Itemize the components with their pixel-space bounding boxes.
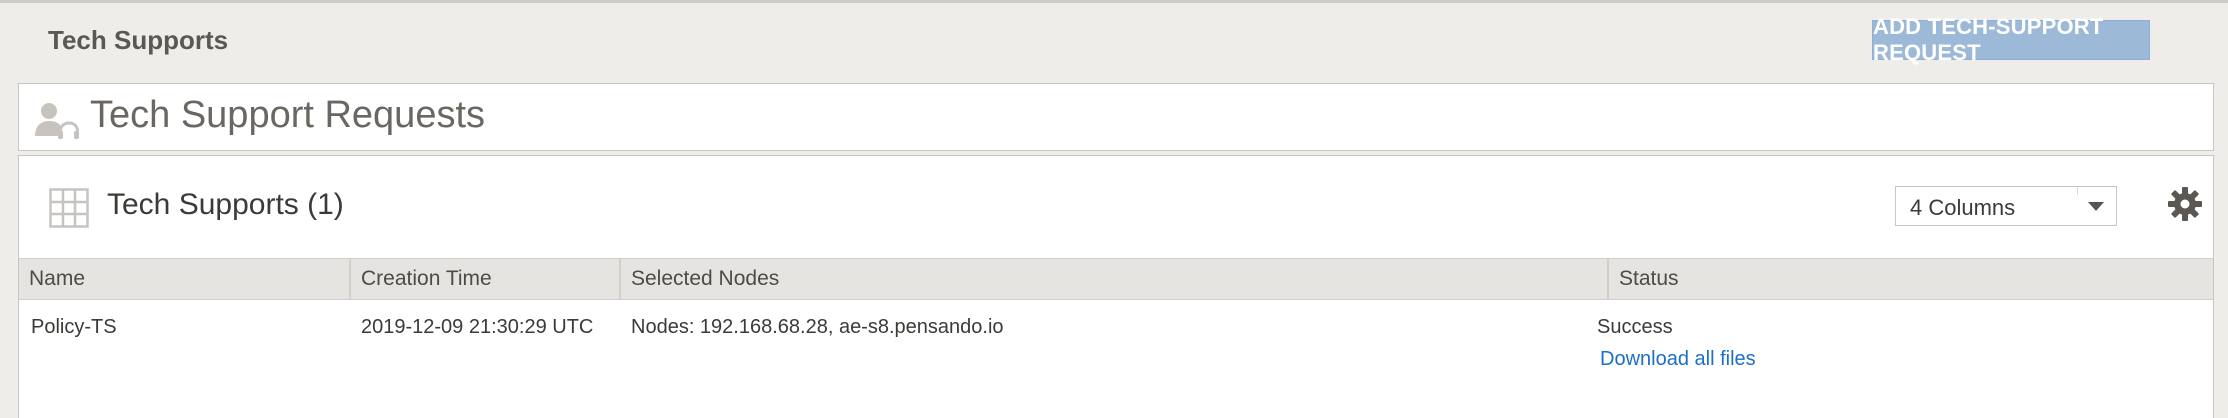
table-row[interactable]: Policy-TS 2019-12-09 21:30:29 UTC Nodes:… xyxy=(19,156,2213,418)
top-bar: Tech Supports ADD TECH-SUPPORT REQUEST xyxy=(0,3,2228,83)
cell-status: Success xyxy=(1597,316,1673,338)
tech-supports-page: Tech Supports ADD TECH-SUPPORT REQUEST T… xyxy=(0,0,2228,418)
tech-support-requests-panel: Tech Support Requests xyxy=(18,83,2214,151)
download-link-text[interactable]: Download all files xyxy=(1600,348,1756,370)
cell-creation-time: 2019-12-09 21:30:29 UTC xyxy=(361,316,594,338)
user-headset-icon xyxy=(35,103,79,139)
cell-selected-nodes: Nodes: 192.168.68.28, ae-s8.pensando.io xyxy=(631,316,1004,338)
requests-title: Tech Support Requests xyxy=(90,94,486,136)
tech-supports-table-panel: Tech Supports (1) 4 Columns Name Creatio… xyxy=(18,155,2214,418)
add-tech-support-request-button[interactable]: ADD TECH-SUPPORT REQUEST xyxy=(1872,14,2150,65)
page-title: Tech Supports xyxy=(48,25,229,55)
cell-name: Policy-TS xyxy=(31,316,117,338)
download-all-files-link[interactable]: Download all files xyxy=(1600,348,1756,371)
